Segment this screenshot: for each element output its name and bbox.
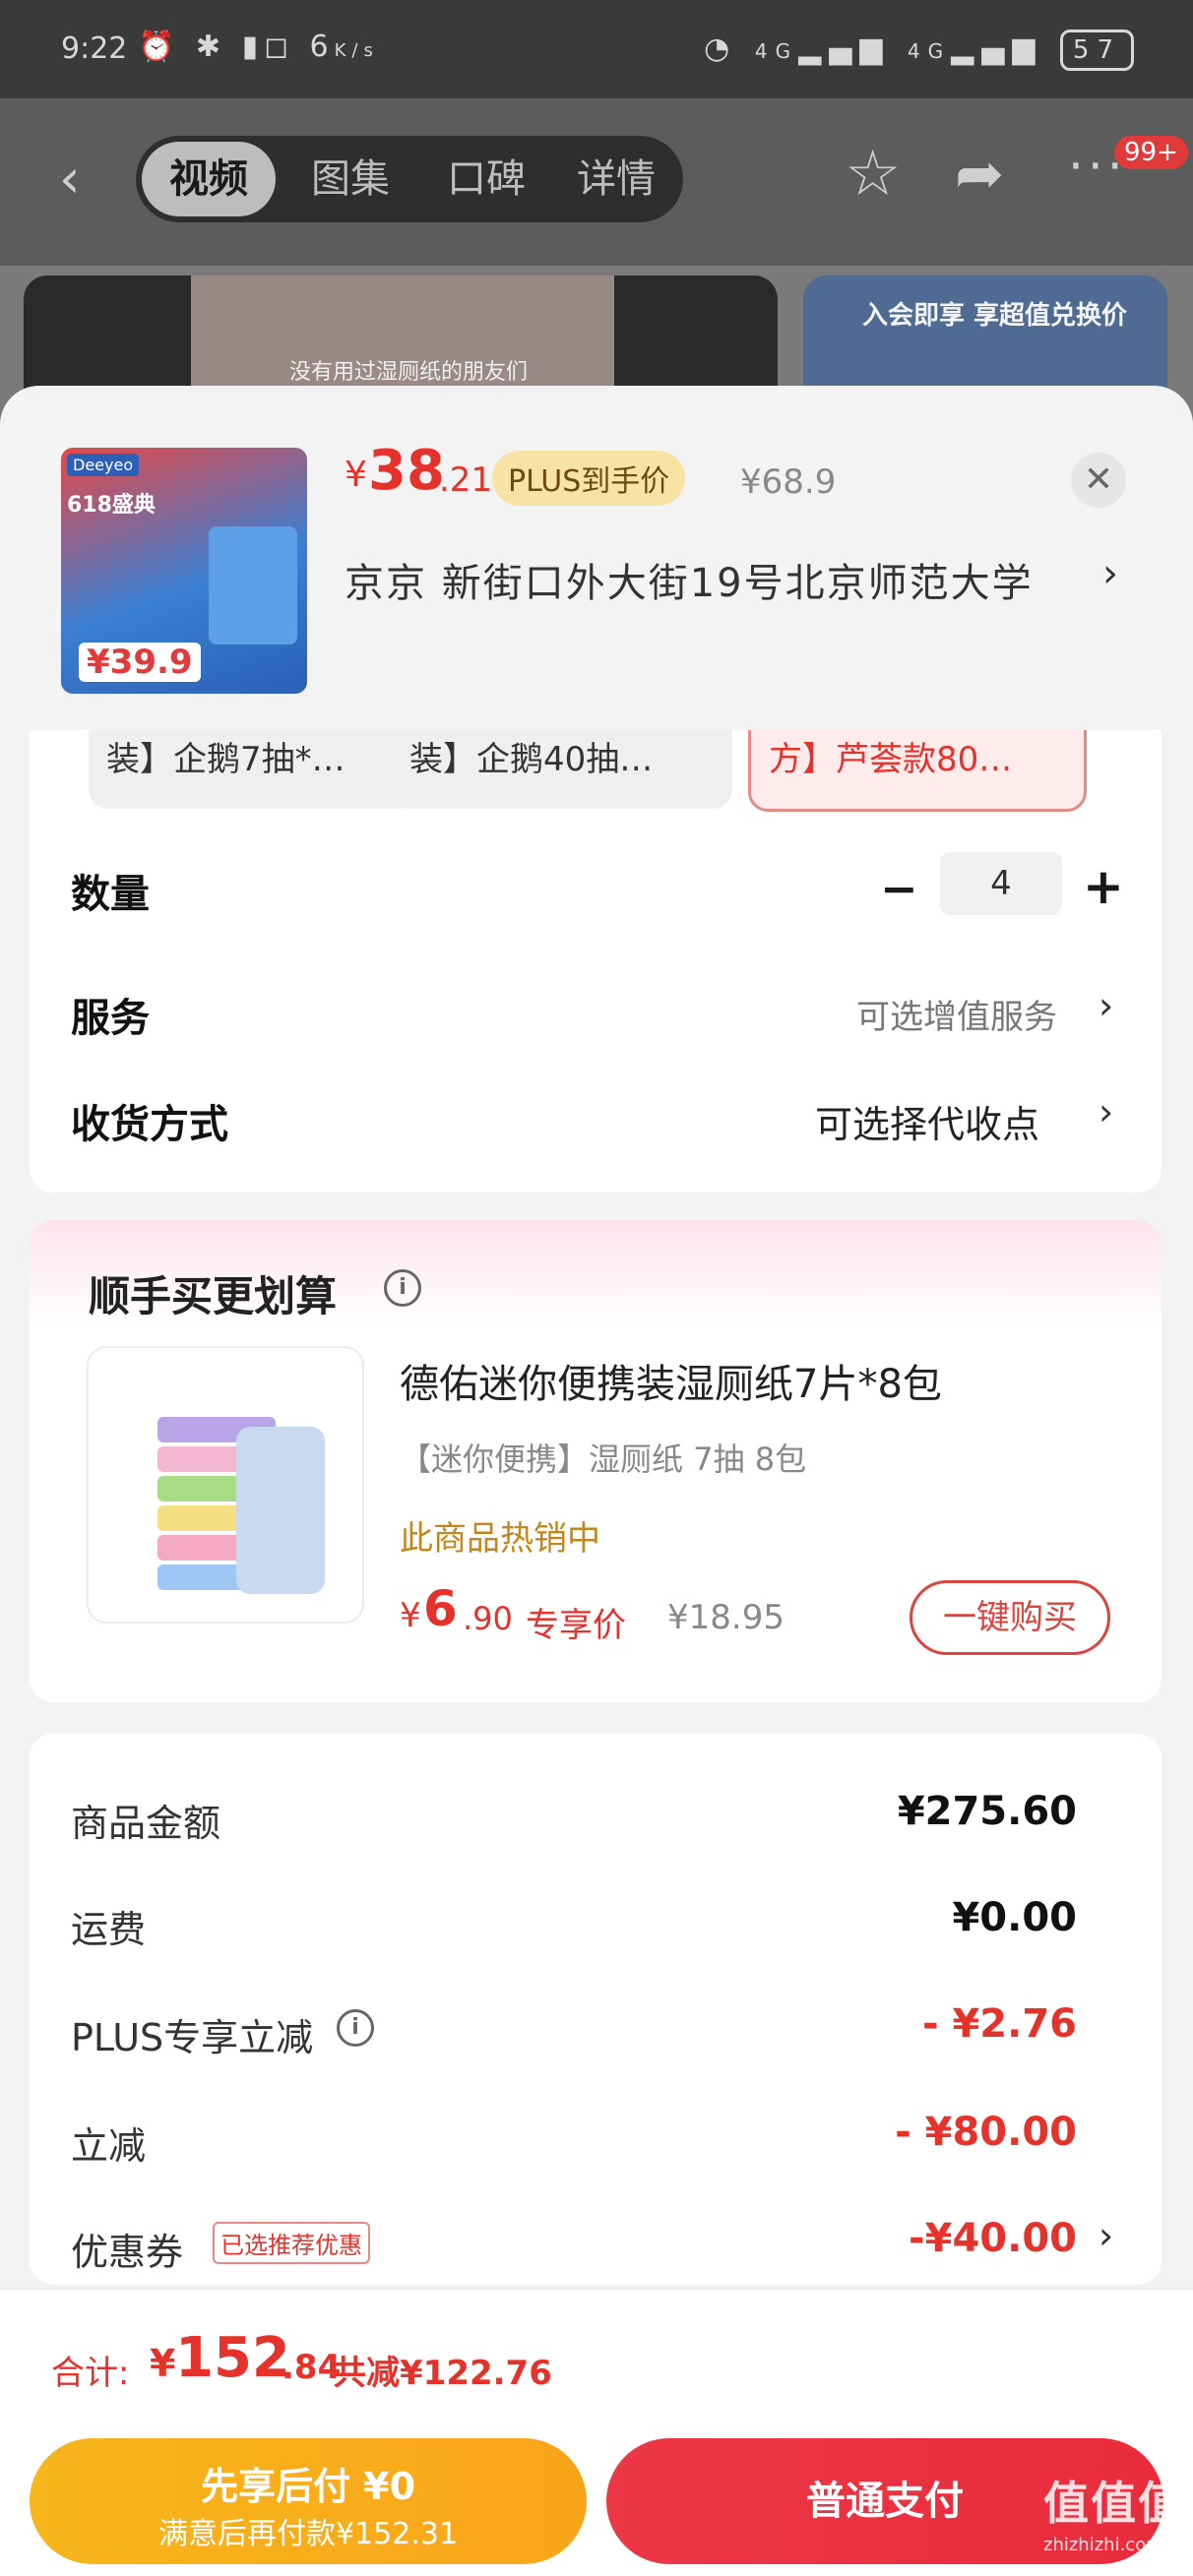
pay-later-button[interactable]: 先享后付 ¥0 满意后再付款¥152.31: [30, 2438, 587, 2564]
summary-label-shipping: 运费: [71, 1908, 147, 1951]
delivery-address[interactable]: 京京 新街口外大街19号北京师范大学: [345, 551, 1034, 608]
battery-icon: 57: [1059, 30, 1134, 71]
signal-4g-1: 4G: [754, 39, 799, 63]
addon-price-decimal: .90: [463, 1600, 513, 1637]
thumb-brand: Deeyeo: [67, 454, 140, 476]
watermark-domain: zhizhizhi.com: [1043, 2535, 1163, 2555]
penguin-pack: [236, 1427, 325, 1594]
summary-value-shipping: ¥0.00: [952, 1895, 1077, 1940]
net-speed-unit: K/s: [334, 40, 379, 61]
thumb-price: ¥39.9: [79, 643, 201, 682]
member-promo-banner[interactable]: 入会即享 享超值兑换价: [803, 276, 1167, 394]
signal-icon-2: ▂▄▆: [951, 31, 1043, 66]
summary-value-discount: - ¥80.00: [895, 2110, 1077, 2155]
thumb-promo: 618盛典: [67, 493, 156, 518]
quantity-minus-button[interactable]: −: [880, 862, 918, 915]
summary-value-plus: - ¥2.76: [921, 2001, 1077, 2047]
tab-reviews[interactable]: 口碑: [419, 136, 553, 222]
chevron-right-icon[interactable]: ›: [1099, 1090, 1113, 1134]
share-icon[interactable]: ➦: [955, 140, 1004, 209]
signal-4g-2: 4G: [907, 39, 952, 63]
product-thumbnail: Deeyeo 618盛典 ¥39.9: [61, 448, 307, 694]
total-symbol: ¥: [150, 2342, 176, 2385]
delivery-method-value[interactable]: 可选择代收点: [815, 1094, 1039, 1148]
quantity-input[interactable]: 4: [940, 852, 1062, 915]
tab-details[interactable]: 详情: [549, 136, 683, 222]
status-right: ◔ 4G▂▄▆ 4G▂▄▆ 57: [704, 30, 1134, 71]
price-decimal: .21: [439, 460, 493, 500]
status-icons: ⏰ ✱ ▮◻ 6K/s: [138, 30, 379, 64]
summary-label-subtotal: 商品金额: [71, 1802, 221, 1845]
summary-label-discount: 立减: [71, 2124, 147, 2168]
delivery-method-label: 收货方式: [71, 1102, 228, 1147]
coupon-recommended-tag: 已选推荐优惠: [213, 2222, 370, 2264]
favorite-star-icon[interactable]: ☆: [845, 138, 901, 211]
message-badge: 99+: [1114, 136, 1188, 169]
total-integer: 152: [175, 2326, 290, 2390]
summary-label-plus: PLUS专享立减: [71, 2016, 314, 2059]
media-tabs: 视频 图集 口碑 详情: [136, 136, 683, 222]
back-icon[interactable]: ‹: [59, 148, 81, 210]
thumb-pack-image: [209, 526, 297, 644]
info-icon[interactable]: i: [384, 1269, 421, 1307]
chevron-right-icon[interactable]: ›: [1099, 984, 1113, 1027]
addon-product-image[interactable]: [87, 1346, 364, 1624]
total-label: 合计:: [51, 2354, 130, 2393]
addon-product-title[interactable]: 德佑迷你便携装湿厕纸7片*8包: [400, 1352, 942, 1409]
promo-text: 入会即享 享超值兑换价: [862, 301, 1128, 331]
variant-option-1[interactable]: 装】企鹅7抽*…: [89, 730, 419, 809]
net-speed: 6: [309, 30, 335, 64]
product-video[interactable]: 没有用过湿厕纸的朋友们: [24, 276, 778, 394]
close-icon[interactable]: ✕: [1071, 453, 1126, 508]
chevron-right-icon[interactable]: ›: [1099, 2214, 1113, 2257]
service-value[interactable]: 可选增值服务: [856, 990, 1057, 1038]
thumb-price-value: 39.9: [109, 643, 193, 682]
addon-price-integer: 6: [423, 1580, 458, 1637]
watermark: 值值值: [1043, 2477, 1185, 2530]
total-saved: 共减¥122.76: [333, 2354, 552, 2393]
signal-icon: ▂▄▆: [798, 31, 891, 66]
chevron-right-icon[interactable]: ›: [1102, 551, 1118, 596]
summary-label-coupon: 优惠券: [71, 2231, 184, 2274]
variant-option-selected[interactable]: 方】芦荟款80…: [748, 730, 1087, 812]
addon-product-subtitle: 【迷你便携】湿厕纸 7抽 8包: [400, 1441, 807, 1478]
wifi-icon: ◔: [704, 31, 738, 66]
pay-later-subtitle: 满意后再付款¥152.31: [157, 2517, 459, 2551]
price-integer: 38: [368, 439, 445, 503]
video-caption: 没有用过湿厕纸的朋友们: [289, 360, 529, 385]
addon-title: 顺手买更划算: [89, 1272, 338, 1320]
pay-later-title: 先享后付 ¥0: [200, 2465, 416, 2508]
quantity-plus-button[interactable]: +: [1083, 858, 1124, 915]
original-price: ¥68.9: [740, 462, 837, 502]
addon-hot-label: 此商品热销中: [400, 1519, 600, 1559]
summary-value-coupon[interactable]: -¥40.00: [909, 2216, 1077, 2261]
variant-option-2[interactable]: 装】企鹅40抽…: [392, 730, 732, 809]
info-icon[interactable]: i: [337, 2009, 374, 2047]
tab-video[interactable]: 视频: [142, 142, 276, 216]
service-label: 服务: [71, 996, 150, 1041]
addon-price-label: 专享价: [526, 1606, 626, 1645]
status-time: 9:22: [61, 31, 128, 66]
addon-original-price: ¥18.95: [667, 1598, 785, 1637]
plus-price-tag: PLUS到手价: [492, 451, 686, 506]
addon-price-symbol: ¥: [400, 1596, 421, 1635]
tab-gallery[interactable]: 图集: [283, 136, 417, 222]
summary-value-subtotal: ¥275.60: [897, 1789, 1077, 1834]
price-symbol: ¥: [345, 455, 367, 495]
quantity-label: 数量: [71, 872, 150, 917]
status-bar: 9:22 ⏰ ✱ ▮◻ 6K/s ◔ 4G▂▄▆ 4G▂▄▆ 57: [0, 0, 1193, 98]
one-click-buy-button[interactable]: 一键购买: [910, 1580, 1110, 1655]
